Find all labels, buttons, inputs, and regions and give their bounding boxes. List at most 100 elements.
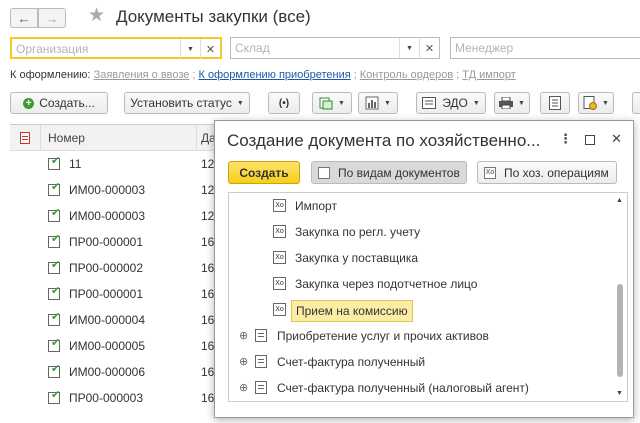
document-icon [549,96,561,110]
title-bar: ← → ★ Документы закупки (все) [0,0,640,36]
list-icon [318,166,330,179]
table-row[interactable]: ПР00-00000116. [10,229,222,255]
table-row[interactable]: ИМ00-00000416. [10,307,222,333]
link-import-declarations[interactable]: Заявления о ввозе [94,69,190,81]
table-row[interactable]: ИМ00-00000312. [10,203,222,229]
edo-icon [422,97,437,109]
forward-button[interactable]: → [38,8,66,28]
clear-icon[interactable]: ✕ [419,38,439,58]
link-td-import[interactable]: ТД импорт [462,69,516,81]
table-row[interactable]: ПР00-00000216. [10,255,222,281]
operation-icon: Xo [273,303,286,316]
maximize-icon[interactable] [585,133,595,148]
toolbar: + Создать... Установить статус ▼ (•) ▼ ▼ … [0,92,640,116]
create-document-dialog: Создание документа по хозяйственно... ⋮ … [214,120,634,418]
table-row[interactable]: ПР00-00000116. [10,281,222,307]
link-to-process-purchases[interactable]: К оформлению приобретения [198,69,350,81]
table-header: Номер Дат [10,125,222,151]
plus-icon: + [23,97,35,109]
tree-item[interactable]: Xo Закупка по регл. учету [229,219,609,245]
posted-document-icon [48,336,60,352]
tree-item[interactable]: Xo Импорт [229,193,609,219]
tree-item-selected[interactable]: Xo Прием на комиссию [229,297,609,323]
posted-document-icon [48,310,60,326]
scroll-down-icon[interactable]: ▼ [616,390,623,397]
documents-table: Номер Дат 1112. ИМ00-00000312. ИМ00-0000… [10,124,222,423]
posted-document-icon [48,206,60,222]
by-operations-button[interactable]: Xo По хоз. операциям [477,161,617,184]
document-group-icon [255,329,267,342]
document-status-icon [20,132,30,144]
table-row[interactable]: ИМ00-00000616. [10,359,222,385]
report-icon [365,96,379,110]
tree-group[interactable]: ⊕ Счет-фактура полученный [229,349,609,375]
chevron-down-icon: ▼ [602,99,609,107]
document-journal-button[interactable] [540,92,570,114]
scrollbar[interactable]: ▲ ▼ [614,194,626,400]
posted-document-icon [48,388,60,404]
scroll-up-icon[interactable]: ▲ [616,197,623,204]
operations-tree: Xo Импорт Xo Закупка по регл. учету Xo З… [228,192,628,402]
tree-item[interactable]: Xo Закупка у поставщика [229,245,609,271]
expand-icon[interactable]: ⊕ [239,381,248,394]
table-row[interactable]: ПР00-00000316. [10,385,222,411]
chevron-down-icon: ▼ [236,99,244,107]
scrollbar-thumb[interactable] [617,284,623,377]
posted-document-icon [48,284,60,300]
by-document-types-button[interactable]: По видам документов [311,161,467,184]
create-based-on-button[interactable]: ▼ [312,92,352,114]
arrow-right-icon: → [45,10,59,26]
create-button[interactable]: + Создать... [10,92,108,114]
chevron-down-icon: ▼ [472,99,480,107]
table-row[interactable]: ИМ00-00000516. [10,333,222,359]
dropdown-arrow-icon[interactable]: ▼ [180,39,200,59]
expand-icon[interactable]: ⊕ [239,355,248,368]
tree-group[interactable]: ⊕ Счет-фактура полученный (налоговый аге… [229,375,609,401]
tree-item[interactable]: Xo Закупка через подотчетное лицо [229,271,609,297]
posted-document-icon [48,154,60,170]
broadcast-icon: (•) [278,97,290,109]
expand-icon[interactable]: ⊕ [239,329,248,342]
posted-document-icon [48,258,60,274]
edo-button[interactable]: ЭДО ▼ [416,92,486,114]
organization-filter[interactable]: ▼ ✕ [10,37,222,59]
document-group-icon [255,381,267,394]
dialog-title: Создание документа по хозяйственно... [227,131,541,150]
posted-document-icon [48,232,60,248]
posted-document-icon [48,180,60,196]
tree-group[interactable]: ⊕ Приобретение услуг и прочих активов [229,323,609,349]
operation-icon: Xo [273,251,286,264]
quick-links: К оформлению: Заявления о ввозе; К оформл… [10,69,516,81]
quick-links-label: К оформлению: [10,69,91,81]
chevron-down-icon: ▼ [384,99,391,107]
operation-icon: Xo [273,225,286,238]
operation-icon: Xo [484,166,496,179]
reports-button[interactable]: ▼ [358,92,398,114]
create-based-on-icon [319,97,333,110]
close-icon[interactable]: ✕ [611,131,622,147]
manager-filter[interactable] [450,37,640,59]
warehouse-filter[interactable]: ▼ ✕ [230,37,440,59]
more-button[interactable] [632,92,640,114]
more-actions-icon[interactable]: ⋮ [559,131,572,147]
broadcast-button[interactable]: (•) [268,92,300,114]
star-icon[interactable]: ★ [88,6,105,26]
organization-input[interactable] [16,40,181,58]
dialog-create-button[interactable]: Создать [228,161,300,184]
link-order-control[interactable]: Контроль ордеров [360,69,453,81]
table-row[interactable]: ИМ00-00000312. [10,177,222,203]
back-button[interactable]: ← [10,8,38,28]
posted-document-icon [48,362,60,378]
document-group-icon [255,355,267,368]
table-row[interactable]: 1112. [10,151,222,177]
print-button[interactable]: ▼ [494,92,530,114]
set-status-button[interactable]: Установить статус ▼ [124,92,250,114]
clear-icon[interactable]: ✕ [200,39,220,59]
attachments-button[interactable]: ▼ [578,92,614,114]
dropdown-arrow-icon[interactable]: ▼ [399,38,419,58]
attachment-icon [583,96,598,110]
column-header-number[interactable]: Номер [48,131,85,145]
warehouse-input[interactable] [235,39,400,57]
operation-icon: Xo [273,277,286,290]
manager-input[interactable] [455,39,620,57]
